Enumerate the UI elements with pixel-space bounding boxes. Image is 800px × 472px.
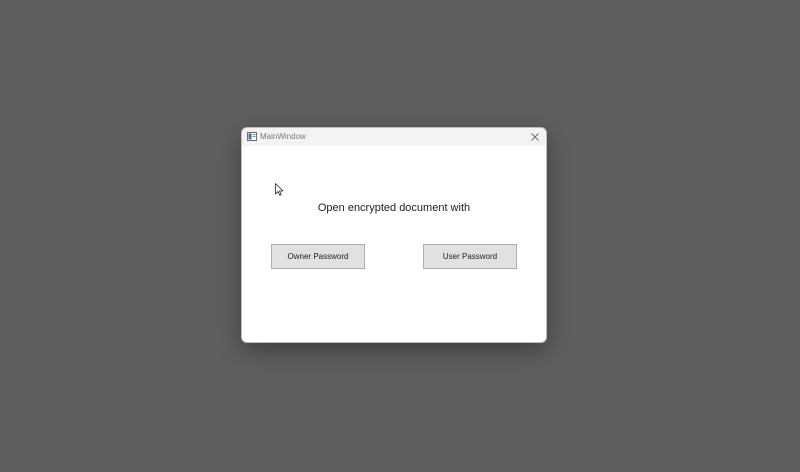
close-icon [531, 133, 539, 141]
desktop: MainWindow Open encrypted document with … [0, 0, 800, 472]
title-bar[interactable]: MainWindow [242, 128, 546, 146]
user-password-button[interactable]: User Password [423, 244, 517, 269]
mouse-cursor-icon [275, 183, 284, 196]
window-content: Open encrypted document with Owner Passw… [242, 146, 546, 342]
owner-password-button[interactable]: Owner Password [271, 244, 365, 269]
close-button[interactable] [524, 128, 546, 146]
window-title: MainWindow [260, 132, 306, 141]
prompt-text: Open encrypted document with [317, 202, 471, 214]
app-window-icon [247, 132, 257, 141]
main-window: MainWindow Open encrypted document with … [241, 127, 547, 343]
